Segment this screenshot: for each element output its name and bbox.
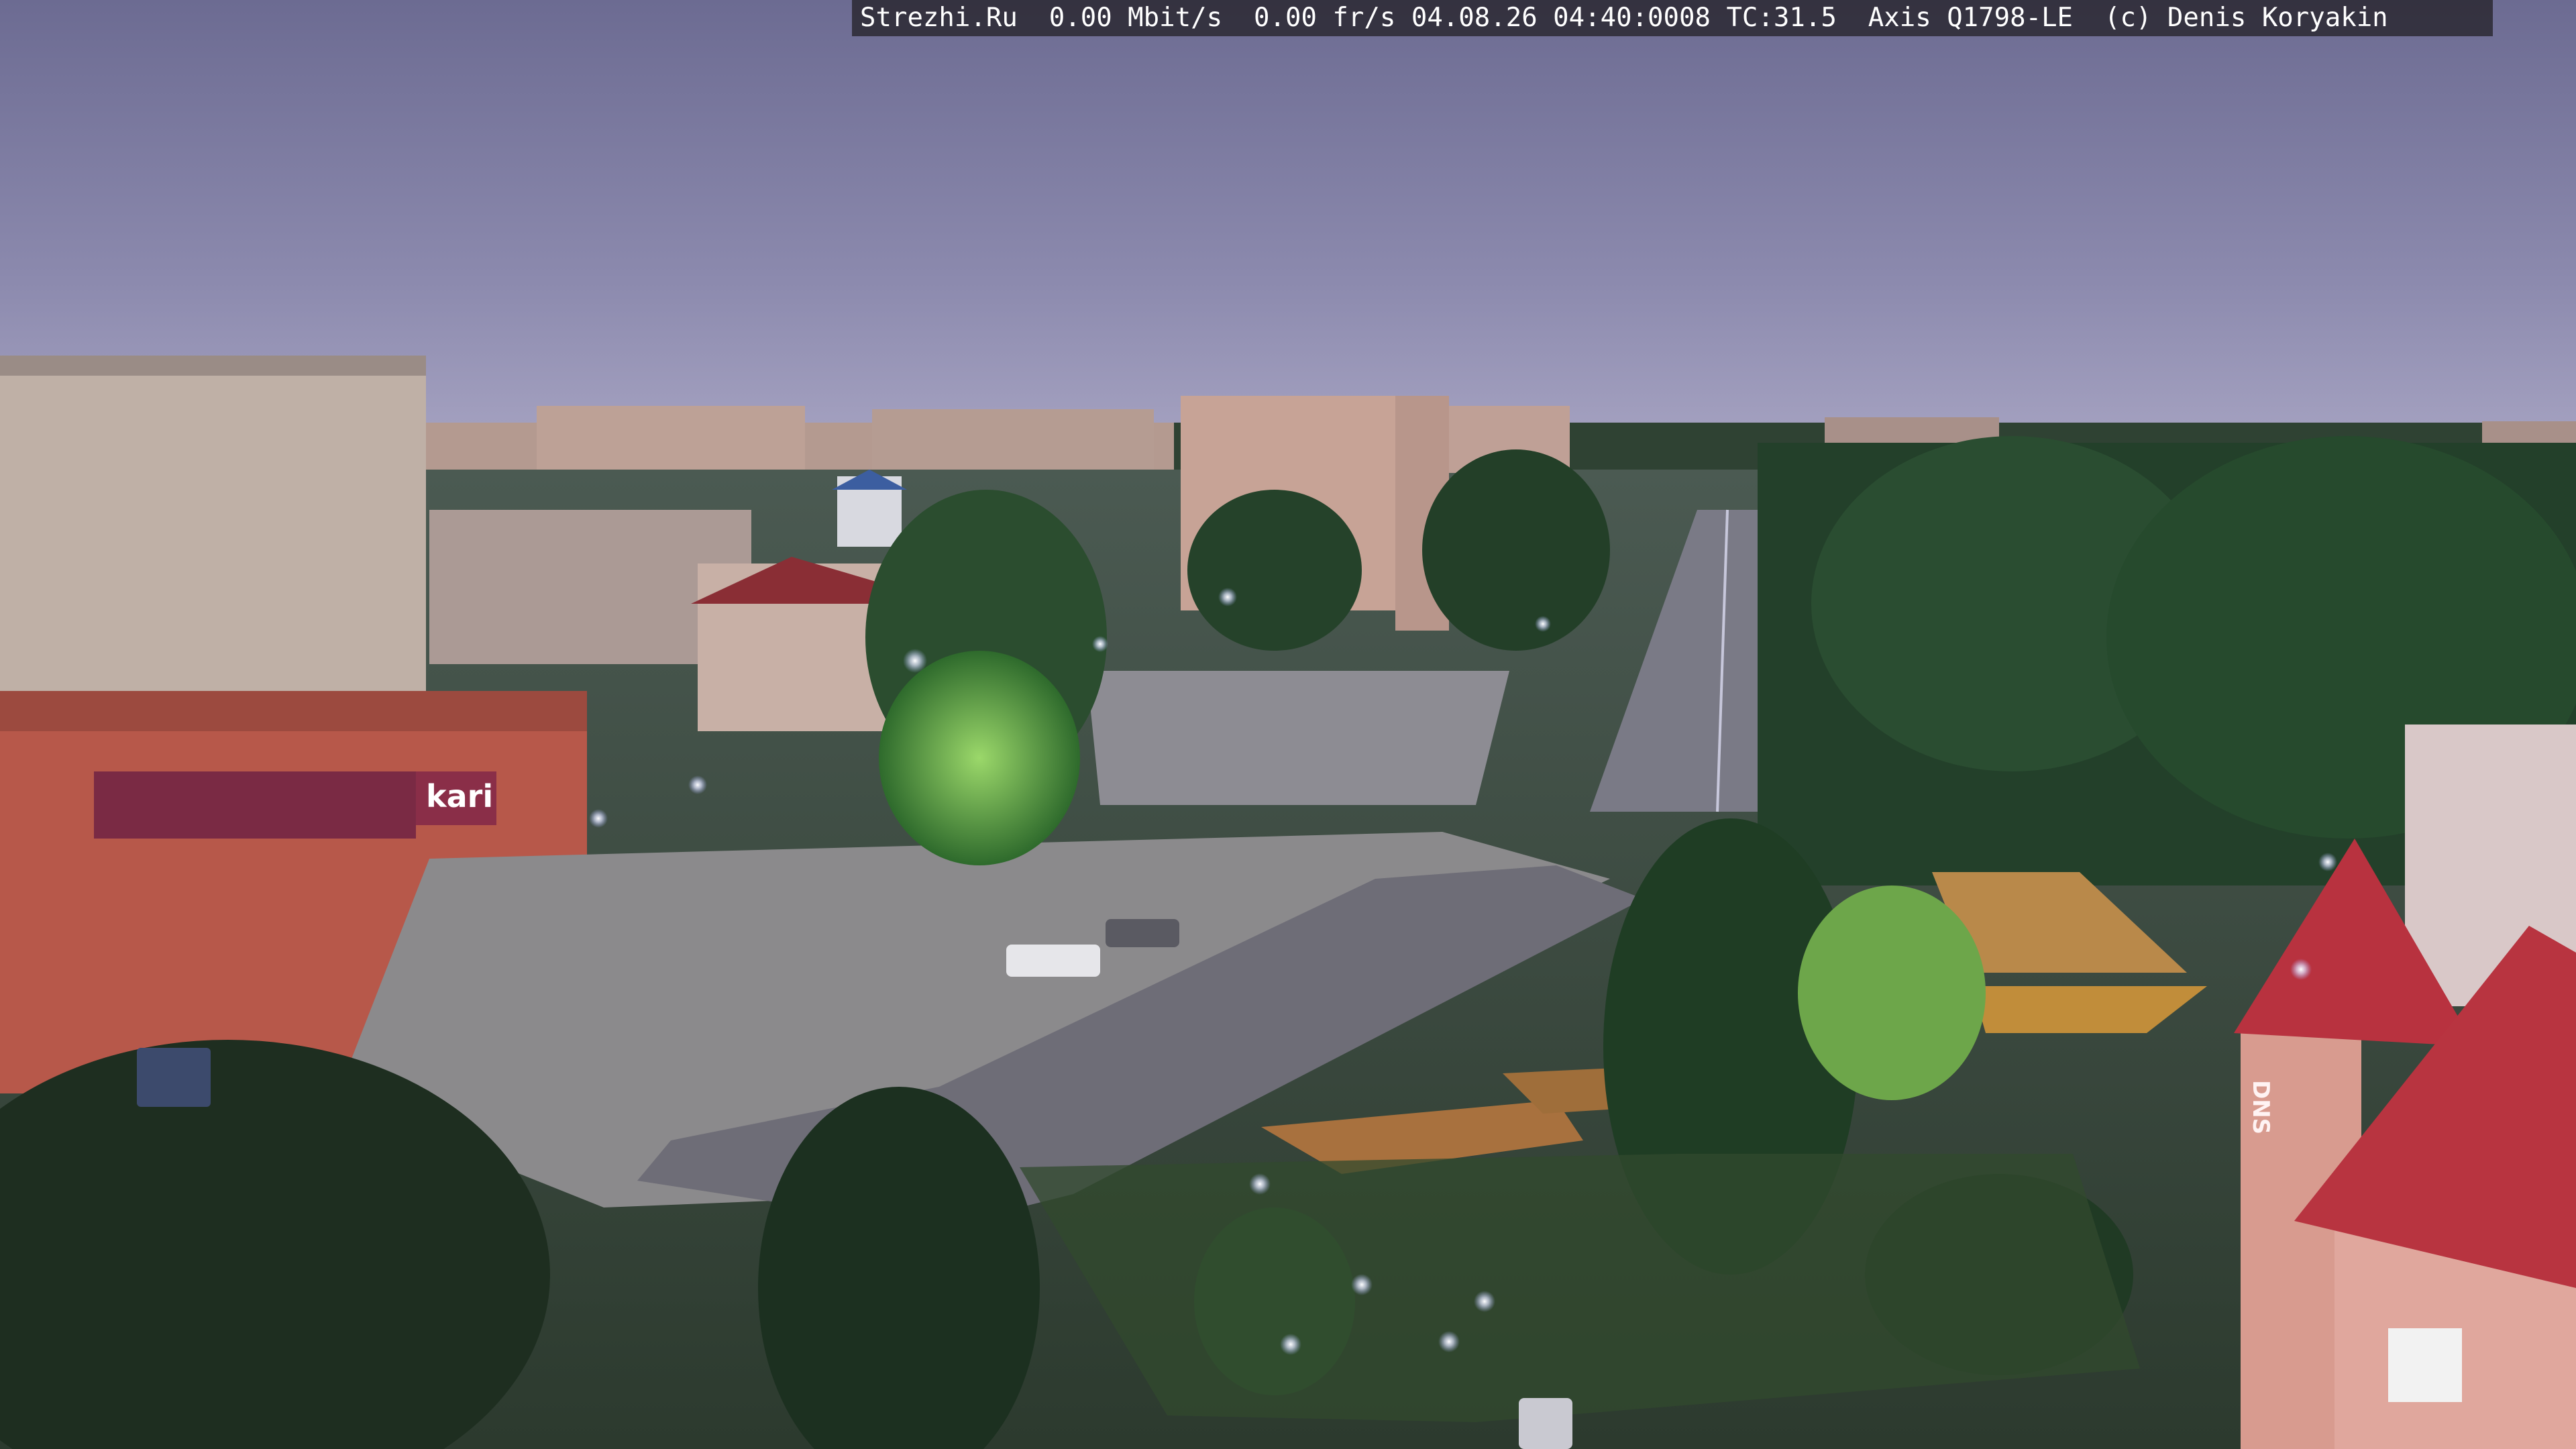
parked-car	[1519, 1398, 1572, 1449]
datetime-readout: 04.08.26 04:40:0008	[1411, 3, 1711, 33]
parking-lot	[1087, 671, 1509, 805]
copyright-text: (c) Denis Koryakin	[2104, 3, 2388, 33]
dns-sign: DNS	[2247, 1080, 2274, 1135]
temperature-readout: TC:31.5	[1726, 3, 1837, 33]
site-name: Strezhi.Ru	[860, 3, 1018, 33]
framerate-readout: 0.00 fr/s	[1254, 3, 1396, 33]
kari-sign: kari	[426, 778, 494, 814]
camera-model: Axis Q1798-LE	[1868, 3, 2074, 33]
lower-lawn	[1020, 1154, 2140, 1422]
camera-info-overlay: Strezhi.Ru 0.00 Mbit/s 0.00 fr/s 04.08.2…	[852, 0, 2493, 36]
bitrate-readout: 0.00 Mbit/s	[1049, 3, 1223, 33]
webcam-scene	[0, 0, 2576, 1449]
dark-suv	[1106, 919, 1179, 947]
blue-van	[137, 1048, 211, 1107]
white-pickup	[1006, 945, 1100, 977]
